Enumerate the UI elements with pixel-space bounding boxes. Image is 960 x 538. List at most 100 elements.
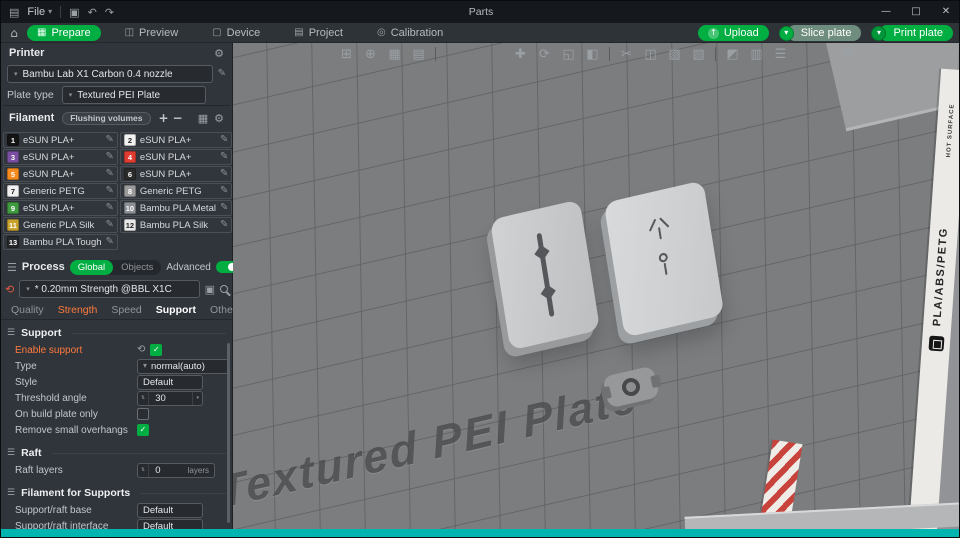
remove-filament-icon[interactable]: − [171, 111, 185, 125]
process-preset-dropdown[interactable]: ▾ * 0.20mm Strength @BBL X1C [19, 280, 200, 298]
tab-preview[interactable]: ◫ Preview [115, 25, 189, 41]
filament-edit-icon[interactable]: ✎ [106, 237, 114, 247]
global-option[interactable]: Global [69, 259, 114, 275]
color-painting-icon[interactable]: ◩ [725, 48, 740, 61]
filament-edit-icon[interactable]: ✎ [220, 169, 228, 179]
support-painting-icon[interactable]: ▨ [667, 48, 682, 61]
app-menu-icon[interactable]: ▤ [9, 7, 19, 18]
filament-item-7[interactable]: 7 Generic PETG ✎ [3, 183, 118, 199]
rotate-icon[interactable]: ⟳ [537, 48, 552, 61]
tab-strength[interactable]: Strength [58, 304, 98, 316]
add-filament-icon[interactable]: + [157, 111, 171, 125]
printer-preset-dropdown[interactable]: ▾ Bambu Lab X1 Carbon 0.4 nozzle [7, 65, 213, 83]
print-dropdown-icon[interactable]: ▾ [871, 25, 887, 41]
print-plate-button[interactable]: ▾ Print plate [871, 25, 953, 41]
assembly-view-icon[interactable]: ▣ [841, 47, 856, 60]
tab-device[interactable]: ▢ Device [202, 25, 270, 41]
tab-project[interactable]: ▤ Project [284, 25, 353, 41]
spinner-arrows-icon[interactable]: ⇅ [138, 463, 150, 477]
filament-item-9[interactable]: 9 eSUN PLA+ ✎ [3, 200, 118, 216]
close-button[interactable]: ✕ [931, 1, 959, 23]
slice-dropdown-icon[interactable]: ▾ [778, 25, 794, 41]
filament-edit-icon[interactable]: ✎ [106, 203, 114, 213]
blade-mark-ring [658, 252, 669, 264]
filament-item-8[interactable]: 8 Generic PETG ✎ [119, 183, 233, 199]
filament-edit-icon[interactable]: ✎ [106, 186, 114, 196]
arrange-icon[interactable]: ▦ [387, 48, 402, 61]
slice-plate-button[interactable]: ▾ Slice plate [778, 25, 862, 41]
save-project-icon[interactable]: ▣ [69, 7, 79, 18]
raft-layers-spinner[interactable]: ⇅ 0 layers [137, 462, 215, 478]
cut-icon[interactable]: ✂ [619, 48, 634, 61]
filament-edit-icon[interactable]: ✎ [220, 203, 228, 213]
tab-calibration[interactable]: ◎ Calibration [367, 25, 453, 41]
filament-item-4[interactable]: 4 eSUN PLA+ ✎ [119, 149, 233, 165]
reset-preset-icon[interactable]: ⟲ [5, 284, 14, 295]
filament-item-10[interactable]: 10 Bambu PLA Metal ✎ [119, 200, 233, 216]
home-icon[interactable]: ⌂ [1, 27, 27, 39]
filament-item-11[interactable]: 11 Generic PLA Silk ✎ [3, 217, 118, 233]
viewport-3d[interactable]: Textured PEI Plate HOT SURFACE PLA/ABS/P… [233, 43, 959, 531]
objects-option[interactable]: Objects [113, 262, 161, 273]
sidebar-scrollbar[interactable] [227, 343, 230, 523]
printer-settings-gear-icon[interactable]: ⚙ [214, 48, 224, 59]
filament-item-6[interactable]: 6 eSUN PLA+ ✎ [119, 166, 233, 182]
project-icon: ▤ [294, 26, 304, 38]
model-object-blade-2[interactable] [603, 180, 725, 338]
scale-icon[interactable]: ◱ [561, 48, 576, 61]
filament-item-3[interactable]: 3 eSUN PLA+ ✎ [3, 149, 118, 165]
process-preset-row: ⟲ ▾ * 0.20mm Strength @BBL X1C ▣ [1, 278, 232, 300]
file-menu[interactable]: File ▾ [27, 6, 52, 18]
filament-edit-icon[interactable]: ✎ [220, 152, 228, 162]
filament-edit-icon[interactable]: ✎ [106, 135, 114, 145]
spinner-step-icon[interactable]: ▾ [192, 391, 202, 405]
support-raft-base-dropdown[interactable]: Default [137, 502, 203, 518]
tab-speed[interactable]: Speed [111, 304, 141, 316]
support-style-dropdown[interactable]: Default [137, 374, 203, 390]
filament-item-1[interactable]: 1 eSUN PLA+ ✎ [3, 132, 118, 148]
auto-orient-icon[interactable]: ▤ [411, 48, 426, 61]
flushing-volumes-button[interactable]: Flushing volumes [62, 111, 151, 125]
filament-edit-icon[interactable]: ✎ [106, 152, 114, 162]
filament-item-13[interactable]: 13 Bambu PLA Tough ✎ [3, 234, 118, 250]
filament-item-5[interactable]: 5 eSUN PLA+ ✎ [3, 166, 118, 182]
text-shape-icon[interactable]: ▥ [749, 48, 764, 61]
threshold-angle-spinner[interactable]: ⇅ 30 ▾ [137, 390, 203, 406]
add-object-icon[interactable]: ⊕ [363, 48, 378, 61]
reset-option-icon[interactable]: ⟲ [137, 345, 145, 355]
search-settings-icon[interactable] [220, 285, 228, 293]
maximize-button[interactable]: □ [901, 1, 931, 23]
filament-settings-gear-icon[interactable]: ⚙ [214, 113, 224, 124]
tab-quality[interactable]: Quality [11, 304, 44, 316]
support-group-header: ☰ Support [1, 324, 232, 342]
undo-icon[interactable]: ↶ [88, 7, 97, 18]
variable-layer-height-icon[interactable]: ☰ [773, 48, 788, 61]
place-on-face-icon[interactable]: ◧ [585, 48, 600, 61]
printer-edit-icon[interactable]: ✎ [218, 69, 226, 79]
remove-overhangs-checkbox[interactable]: ✓ [137, 424, 149, 436]
redo-icon[interactable]: ↷ [105, 7, 114, 18]
on-build-plate-checkbox[interactable] [137, 408, 149, 420]
tab-support[interactable]: Support [156, 304, 196, 316]
mesh-boolean-icon[interactable]: ◫ [643, 48, 658, 61]
save-preset-icon[interactable]: ▣ [205, 284, 215, 295]
filament-matrix-icon[interactable]: ▦ [198, 113, 208, 124]
seam-painting-icon[interactable]: ▧ [691, 48, 706, 61]
tab-prepare[interactable]: ▦ Prepare [27, 24, 101, 41]
minimize-button[interactable]: — [871, 1, 901, 23]
filament-item-12[interactable]: 12 Bambu PLA Silk ✎ [119, 217, 233, 233]
upload-button[interactable]: ↑ Upload [697, 25, 769, 41]
enable-support-checkbox[interactable]: ✓ [150, 344, 163, 356]
support-type-dropdown[interactable]: ▾ normal(auto) [137, 358, 229, 374]
filament-edit-icon[interactable]: ✎ [220, 186, 228, 196]
spinner-arrows-icon[interactable]: ⇅ [138, 391, 150, 405]
process-section-header: ☰ Process Global Objects Advanced ▥ ◨ [1, 256, 269, 278]
filament-edit-icon[interactable]: ✎ [106, 169, 114, 179]
filament-item-2[interactable]: 2 eSUN PLA+ ✎ [119, 132, 233, 148]
move-icon[interactable]: ✚ [513, 48, 528, 61]
add-plate-icon[interactable]: ⊞ [339, 48, 354, 61]
filament-edit-icon[interactable]: ✎ [220, 220, 228, 230]
plate-type-dropdown[interactable]: ▾ Textured PEI Plate [61, 86, 206, 104]
filament-edit-icon[interactable]: ✎ [220, 135, 228, 145]
filament-edit-icon[interactable]: ✎ [106, 220, 114, 230]
